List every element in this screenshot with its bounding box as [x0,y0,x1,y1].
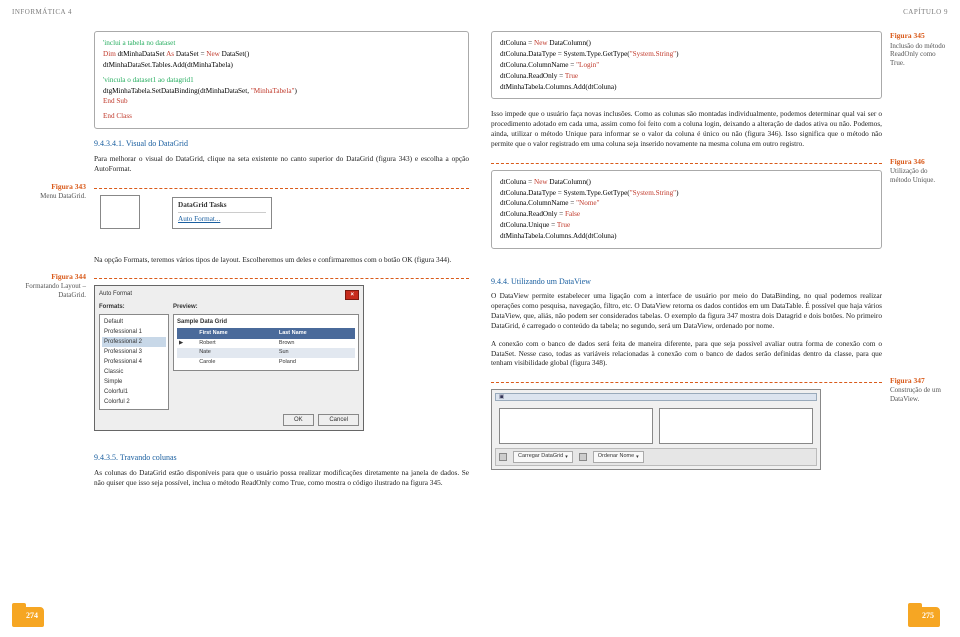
divider [491,382,882,383]
figure-344-caption: Formatando Layout – DataGrid. [12,282,86,300]
figure-344-label: Figura 344 [12,272,86,282]
figure-347-label: Figura 347 [890,376,948,386]
preview-pane: Sample Data Grid First NameLast Name ▶Ro… [173,314,359,372]
header-left: INFORMÁTICA 4 [12,8,469,17]
datagrid-1 [499,408,653,444]
paragraph: Para melhorar o visual do DataGrid, cliq… [94,154,469,174]
figure-347-caption: Construção de um DataView. [890,386,948,404]
page-number-left: 274 [12,607,52,631]
datagrid-2 [659,408,813,444]
section-title-dataview: 9.4.4. Utilizando um DataView [491,277,882,288]
figure-346-label: Figura 346 [890,157,948,167]
dataview-designer: ▣ Carregar DataGrid▾ Ordenar Nome▾ [491,389,821,469]
divider [94,278,469,279]
dataview-icon [579,453,587,461]
figure-343-label: Figura 343 [12,182,86,192]
paragraph: Isso impede que o usuário faça novas inc… [491,109,882,148]
ordenar-button[interactable]: Ordenar Nome▾ [593,451,644,462]
divider [94,188,469,189]
paragraph: O DataView permite estabelecer uma ligaç… [491,291,882,330]
close-icon[interactable]: × [345,290,359,300]
figure-345-label: Figura 345 [890,31,948,41]
figure-343-caption: Menu DataGrid. [12,192,86,201]
autoformat-dialog: Auto Format × Formats: Default Professio… [94,285,364,431]
divider [491,163,882,164]
dataset-icon [499,453,507,461]
paragraph: A conexão com o banco de dados será feit… [491,339,882,369]
figure-345-caption: Inclusão do método ReadOnly como True. [890,42,948,68]
figure-346-caption: Utilização do método Unique. [890,167,948,185]
page-number-right: 275 [908,607,948,631]
datagrid-tasks-popup: DataGrid Tasks Auto Format... [172,197,272,229]
paragraph: As colunas do DataGrid estão disponíveis… [94,468,469,488]
section-title-travando: 9.4.3.5. Travando colunas [94,453,469,464]
code-block-2: dtColuna = New DataColumn() dtColuna.Dat… [491,31,882,99]
code-block-1: 'inclui a tabela no dataset Dim dtMinhaD… [94,31,469,129]
form-icon: ▣ [499,394,504,401]
autoformat-link[interactable]: Auto Format... [178,215,266,225]
code-block-3: dtColuna = New DataColumn() dtColuna.Dat… [491,170,882,249]
section-title-visual: 9.4.3.4.1. Visual do DataGrid [94,139,469,150]
paragraph: Na opção Formats, teremos vários tipos d… [94,255,469,265]
header-right: CAPÍTULO 9 [491,8,948,17]
formats-list[interactable]: Default Professional 1 Professional 2 Pr… [99,314,169,411]
cancel-button[interactable]: Cancel [318,414,359,426]
ok-button[interactable]: OK [283,414,314,426]
carregar-button[interactable]: Carregar DataGrid▾ [513,451,573,462]
